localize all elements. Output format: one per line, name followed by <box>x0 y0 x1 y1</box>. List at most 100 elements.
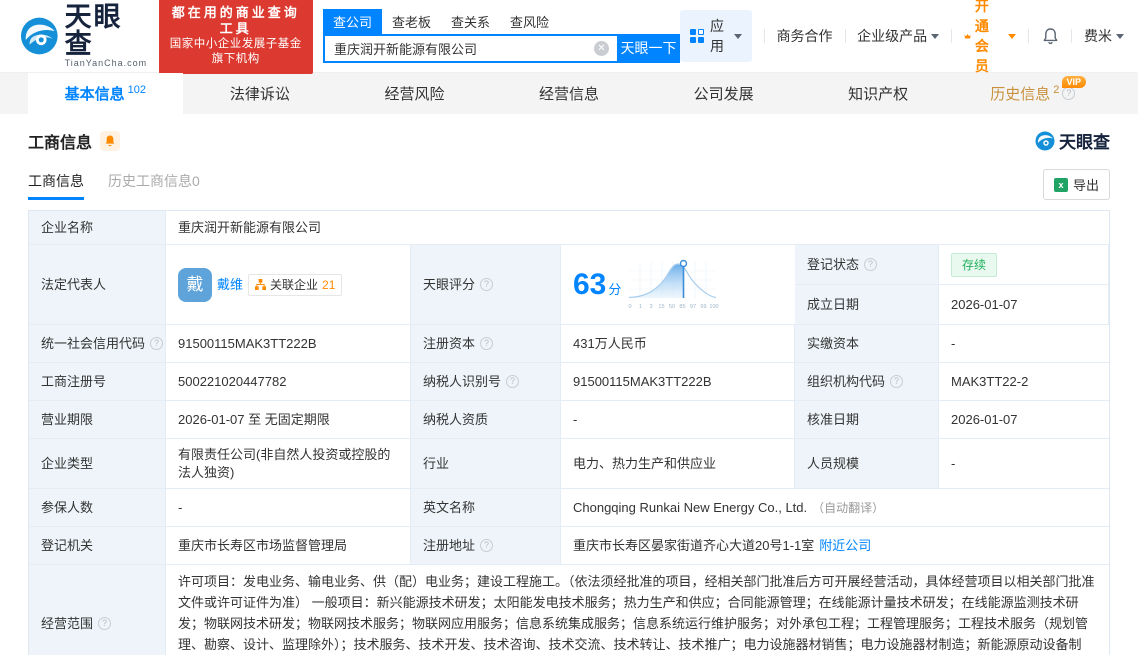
field-label-staff-size: 人员规模 <box>795 439 939 489</box>
promo-banner: 都在用的商业查询工具 国家中小企业发展子基金旗下机构 <box>158 0 313 74</box>
nav-enterprise-products[interactable]: 企业级产品 <box>857 26 940 46</box>
help-icon[interactable]: ? <box>890 375 904 388</box>
svg-text:50: 50 <box>669 304 675 310</box>
tab-basic-info[interactable]: 基本信息 102 <box>28 73 183 114</box>
search-tab-risk[interactable]: 查风险 <box>500 9 559 34</box>
watermark-logo: 天眼查 <box>1035 128 1110 153</box>
nav-biz-cooperation[interactable]: 商务合作 <box>777 26 833 46</box>
score-distribution-chart[interactable]: 0 1 3 15 50 85 97 99 100 <box>626 258 720 312</box>
subtab-business-info[interactable]: 工商信息 <box>28 171 84 200</box>
related-label: 关联企业 <box>270 277 319 292</box>
field-label-credit-code: 统一社会信用代码? <box>29 325 166 363</box>
field-label-business-scope: 经营范围? <box>29 565 166 655</box>
svg-text:99: 99 <box>701 304 707 310</box>
field-label-reg-status: 登记状态? <box>795 245 939 285</box>
field-label-taxpayer-id: 纳税人识别号? <box>411 363 561 401</box>
search-area: 查公司 查老板 查关系 查风险 ✕ 天眼一下 <box>323 8 680 63</box>
score-value: 63 <box>573 267 607 301</box>
search-input[interactable] <box>323 33 617 63</box>
field-label-business-term: 营业期限 <box>29 401 166 439</box>
company-tabbar: 基本信息 102 法律诉讼 经营风险 经营信息 公司发展 知识产权 VIP 历史… <box>0 72 1138 114</box>
auto-translate-note: （自动翻译） <box>812 500 885 515</box>
field-value-legal-rep: 戴 戴维 关联企业 21 <box>166 245 411 325</box>
help-icon[interactable]: ? <box>480 278 494 291</box>
help-icon[interactable]: ? <box>1062 87 1076 100</box>
username: 费米 <box>1083 28 1112 44</box>
search-tab-boss[interactable]: 查老板 <box>382 9 441 34</box>
divider <box>1071 29 1072 43</box>
monitor-bell-icon[interactable] <box>100 130 121 151</box>
field-label-legal-rep: 法定代表人 <box>29 245 166 325</box>
logo-title: 天眼查 <box>64 2 123 59</box>
open-vip-button[interactable]: 开通会员 <box>964 0 1016 76</box>
tab-company-development[interactable]: 公司发展 <box>646 73 801 114</box>
field-label-registration-authority: 登记机关 <box>29 527 166 565</box>
tab-label: 经营信息 <box>539 86 600 103</box>
export-button[interactable]: x 导出 <box>1042 169 1110 200</box>
clear-search-icon[interactable]: ✕ <box>594 40 609 56</box>
field-label-score: 天眼评分? <box>411 245 561 325</box>
promo-line1: 都在用的商业查询工具 <box>171 5 300 36</box>
field-value-registration-authority: 重庆市长寿区市场监督管理局 <box>166 527 411 565</box>
field-value-business-scope: 许可项目：发电业务、输电业务、供（配）电业务；建设工程施工。（依法须经批准的项目… <box>166 565 1109 655</box>
help-icon[interactable]: ? <box>480 337 494 350</box>
legal-rep-link[interactable]: 戴维 <box>217 276 243 294</box>
search-tab-relation[interactable]: 查关系 <box>441 9 500 34</box>
tab-label: 经营风险 <box>384 86 445 103</box>
logo-subtitle: TianYanCha.com <box>64 58 148 68</box>
help-icon[interactable]: ? <box>98 617 112 630</box>
divider <box>764 29 765 43</box>
apps-menu[interactable]: 应用 <box>680 10 752 62</box>
apps-label: 应用 <box>710 18 724 54</box>
help-icon[interactable]: ? <box>864 258 878 271</box>
search-tab-company[interactable]: 查公司 <box>323 8 383 34</box>
score-marker-pin <box>680 259 688 267</box>
search-tabs: 查公司 查老板 查关系 查风险 <box>323 8 680 34</box>
tab-legal-proceedings[interactable]: 法律诉讼 <box>183 73 338 114</box>
field-value-company-type: 有限责任公司(非自然人投资或控股的法人独资) <box>166 439 411 489</box>
field-value-established: 2026-01-07 <box>939 285 1109 325</box>
field-label-industry: 行业 <box>411 439 561 489</box>
notification-bell-icon[interactable] <box>1042 27 1059 45</box>
field-value-company-name: 重庆润开新能源有限公司 <box>166 211 1109 245</box>
help-icon[interactable]: ? <box>150 337 164 350</box>
field-value-score: 63 分 0 1 3 15 50 85 97 99 100 <box>561 245 795 325</box>
help-icon[interactable]: ? <box>506 375 520 388</box>
tab-count: 102 <box>127 83 146 96</box>
help-icon[interactable]: ? <box>480 539 494 552</box>
business-info-table: 企业名称 重庆润开新能源有限公司 法定代表人 戴 戴维 关联企业 21 登记状态… <box>28 210 1110 655</box>
tianyancha-logo-icon <box>1035 131 1055 150</box>
field-value-taxpayer-id: 91500115MAK3TT222B <box>561 363 795 401</box>
field-label-org-code: 组织机构代码? <box>795 363 939 401</box>
tianyancha-logo[interactable]: 天眼查 TianYanCha.com <box>20 4 149 68</box>
tab-history-info[interactable]: VIP 历史信息 2 ? <box>955 73 1110 114</box>
svg-text:3: 3 <box>650 304 653 310</box>
field-value-paidin-capital: - <box>939 325 1109 363</box>
field-label-reg-number: 工商注册号 <box>29 363 166 401</box>
chevron-down-icon <box>1007 33 1016 39</box>
tab-business-info[interactable]: 经营信息 <box>492 73 647 114</box>
divider <box>844 29 846 43</box>
svg-text:100: 100 <box>710 304 719 310</box>
avatar[interactable]: 戴 <box>178 267 212 302</box>
score-unit: 分 <box>608 281 622 297</box>
chevron-down-icon <box>931 33 940 39</box>
subtab-history-business-info[interactable]: 历史工商信息0 <box>108 171 200 200</box>
user-menu[interactable]: 费米 <box>1084 26 1124 46</box>
related-companies-badge[interactable]: 关联企业 21 <box>248 273 343 296</box>
field-label-taxpayer-qualification: 纳税人资质 <box>411 401 561 439</box>
header-nav: 应用 商务合作 企业级产品 开通会员 费米 <box>680 0 1124 76</box>
tab-label: 历史信息 <box>990 86 1051 103</box>
enterprise-label: 企业级产品 <box>857 28 928 44</box>
field-value-industry: 电力、热力生产和供应业 <box>561 439 795 489</box>
field-label-company-type: 企业类型 <box>29 439 166 489</box>
tab-operating-risk[interactable]: 经营风险 <box>337 73 492 114</box>
promo-line2: 国家中小企业发展子基金旗下机构 <box>169 38 302 65</box>
nearby-companies-link[interactable]: 附近公司 <box>819 537 871 555</box>
tab-label: 公司发展 <box>693 86 754 103</box>
tab-intellectual-property[interactable]: 知识产权 <box>801 73 956 114</box>
field-value-registered-address: 重庆市长寿区晏家街道齐心大道20号1-1室 附近公司 <box>561 527 1109 565</box>
search-button[interactable]: 天眼一下 <box>617 33 680 63</box>
chevron-down-icon <box>1115 33 1124 39</box>
score-axis-labels: 0 1 3 15 50 85 97 99 100 <box>629 304 719 310</box>
